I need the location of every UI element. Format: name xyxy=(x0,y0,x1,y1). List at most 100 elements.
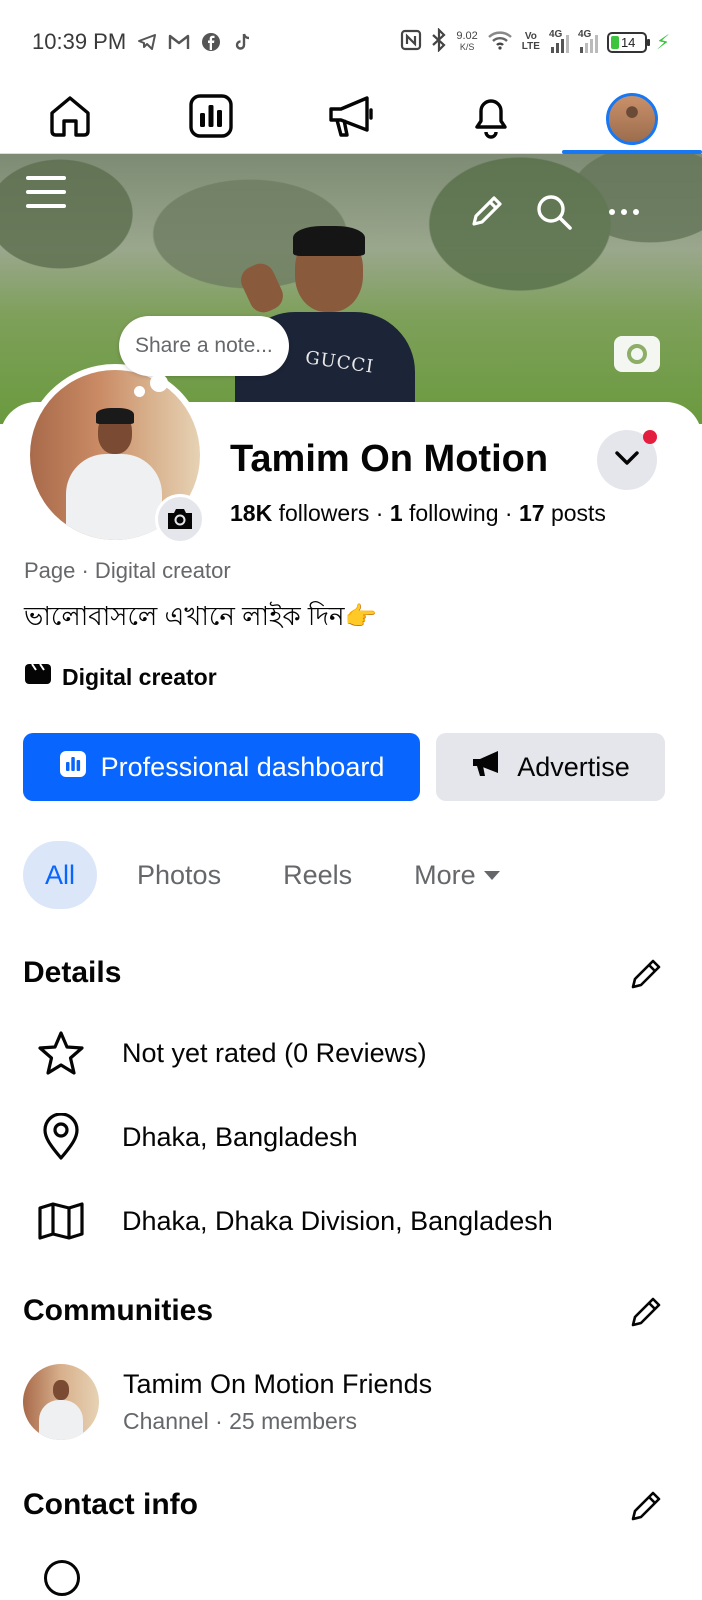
status-time: 10:39 PM xyxy=(32,29,127,54)
bell-icon xyxy=(469,93,513,144)
cover-camera-icon[interactable] xyxy=(614,336,660,372)
share-note-placeholder: Share a note... xyxy=(135,334,273,357)
profile-camera-icon[interactable] xyxy=(155,494,205,544)
contact-item-icon xyxy=(44,1560,80,1596)
signal-1-label: 4G xyxy=(548,29,563,40)
status-left: 10:39 PM xyxy=(32,29,254,55)
charging-icon: ⚡ xyxy=(655,31,670,54)
chevron-down-icon xyxy=(614,450,640,471)
tab-all-label: All xyxy=(45,859,76,890)
pencil-icon xyxy=(628,956,664,997)
share-note-bubble[interactable]: Share a note... xyxy=(119,316,289,376)
tab-photos[interactable]: Photos xyxy=(115,841,243,909)
tab-reels-label: Reels xyxy=(283,859,353,890)
community-info: Tamim On Motion Friends Channel · 25 mem… xyxy=(123,1369,432,1435)
tab-professional-dashboard[interactable] xyxy=(140,84,280,153)
facebook-icon xyxy=(200,31,222,53)
profile-switch-button[interactable] xyxy=(597,430,657,490)
battery-level: 14 xyxy=(620,34,636,50)
location-text: Dhaka, Bangladesh xyxy=(122,1121,358,1152)
network-speed-value: 9.02 xyxy=(456,30,478,42)
edit-contact-button[interactable] xyxy=(626,1488,666,1528)
page-category: Page · Digital creator xyxy=(24,558,231,583)
posts-count: 17 xyxy=(518,500,545,526)
signal-1-icon: 4G xyxy=(548,29,569,53)
map-icon xyxy=(36,1196,86,1246)
advertise-button[interactable]: Advertise xyxy=(436,733,665,801)
tiktok-icon xyxy=(232,31,254,53)
professional-dashboard-label: Professional dashboard xyxy=(100,751,385,782)
network-speed: 9.02 K/S xyxy=(456,31,477,53)
tab-advertise[interactable] xyxy=(281,84,421,153)
bio-text: ভালোবাসলে এখানে লাইক দিন👉 xyxy=(24,601,377,631)
tab-photos-label: Photos xyxy=(137,859,222,890)
dashboard-icon xyxy=(188,93,234,144)
tab-notifications[interactable] xyxy=(421,84,561,153)
pencil-icon xyxy=(628,1488,664,1529)
signal-2-icon: 4G xyxy=(577,29,598,53)
tab-all[interactable]: All xyxy=(23,841,98,909)
advertise-label: Advertise xyxy=(517,751,630,782)
creator-category-label: Digital creator xyxy=(62,663,217,690)
content-filter-tabs: All Photos Reels More xyxy=(23,841,540,909)
followers-count[interactable]: 18K xyxy=(230,500,272,526)
tab-home[interactable] xyxy=(0,84,140,153)
detail-address[interactable]: Dhaka, Dhaka Division, Bangladesh xyxy=(36,1196,553,1246)
details-heading: Details xyxy=(23,956,122,989)
edit-communities-button[interactable] xyxy=(626,1294,666,1334)
creator-category: Digital creator xyxy=(24,662,217,692)
signal-2-label: 4G xyxy=(577,29,592,40)
edit-details-button[interactable] xyxy=(626,956,666,996)
following-count[interactable]: 1 xyxy=(390,500,403,526)
more-options-icon[interactable] xyxy=(604,192,644,237)
volte-bottom: LTE xyxy=(521,41,540,52)
battery-icon: 14 xyxy=(606,31,650,53)
followers-label[interactable]: followers xyxy=(279,500,370,526)
community-name: Tamim On Motion Friends xyxy=(123,1369,433,1399)
community-item[interactable]: Tamim On Motion Friends Channel · 25 mem… xyxy=(23,1364,432,1440)
community-avatar xyxy=(23,1364,99,1440)
status-right: 9.02 K/S Vo LTE 4G 4G 14 ⚡ xyxy=(400,26,670,57)
detail-location[interactable]: Dhaka, Bangladesh xyxy=(36,1112,358,1162)
professional-dashboard-button[interactable]: Professional dashboard xyxy=(23,733,420,801)
pencil-icon xyxy=(628,1294,664,1335)
community-subtitle: Channel · 25 members xyxy=(123,1408,357,1434)
notification-dot xyxy=(643,430,657,444)
telegram-icon xyxy=(136,31,158,53)
following-label[interactable]: following xyxy=(409,500,499,526)
rating-text: Not yet rated (0 Reviews) xyxy=(122,1037,427,1068)
profile-stats: 18K followers · 1 following · 17 posts xyxy=(230,500,606,526)
avatar xyxy=(605,92,658,145)
wifi-icon xyxy=(487,30,513,55)
tab-reels[interactable]: Reels xyxy=(261,841,374,909)
home-icon xyxy=(47,93,93,144)
contact-info-heading: Contact info xyxy=(23,1488,198,1521)
megaphone-icon xyxy=(327,93,375,144)
top-nav xyxy=(0,84,702,154)
note-bubble-tail xyxy=(150,374,168,392)
communities-heading: Communities xyxy=(23,1294,214,1327)
tab-more[interactable]: More xyxy=(392,841,522,909)
bluetooth-icon xyxy=(431,26,447,57)
megaphone-icon xyxy=(471,749,503,786)
tab-profile[interactable] xyxy=(561,84,702,154)
page-title: Tamim On Motion xyxy=(230,438,549,480)
dashboard-icon xyxy=(59,750,87,785)
network-speed-unit: K/S xyxy=(459,42,475,52)
cover-shirt-text: GUCCI xyxy=(303,347,376,378)
tab-more-label: More xyxy=(414,859,476,890)
detail-rating[interactable]: Not yet rated (0 Reviews) xyxy=(36,1028,427,1078)
search-icon[interactable] xyxy=(534,192,574,237)
clapperboard-icon xyxy=(24,662,52,692)
address-text: Dhaka, Dhaka Division, Bangladesh xyxy=(122,1205,553,1236)
note-bubble-tail-small xyxy=(134,386,145,397)
edit-icon[interactable] xyxy=(466,192,506,237)
star-icon xyxy=(36,1028,86,1078)
gmail-icon xyxy=(168,31,190,53)
volte-indicator: Vo LTE xyxy=(522,32,540,52)
status-bar: 10:39 PM 9.02 K/S Vo LTE 4G 4G 14 ⚡ xyxy=(0,0,702,84)
menu-icon[interactable] xyxy=(26,172,66,212)
posts-label: posts xyxy=(550,500,606,526)
caret-down-icon xyxy=(483,870,500,880)
location-pin-icon xyxy=(36,1112,86,1162)
